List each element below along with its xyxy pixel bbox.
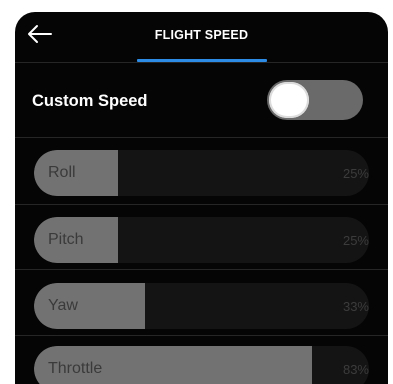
custom-speed-row: Custom Speed [15, 63, 388, 137]
slider-row-yaw: Yaw 33% [15, 271, 388, 337]
roll-label: Roll [48, 164, 76, 181]
divider [15, 269, 388, 270]
toggle-knob [269, 82, 309, 118]
throttle-value: 83% [342, 362, 369, 377]
slider-row-throttle: Throttle 83% [15, 334, 388, 384]
page-title: FLIGHT SPEED [154, 28, 249, 42]
pitch-value: 25% [342, 233, 369, 248]
throttle-slider[interactable]: Throttle 83% [34, 346, 369, 384]
roll-value: 25% [342, 166, 369, 181]
slider-row-roll: Roll 25% [15, 138, 388, 204]
pitch-slider[interactable]: Pitch 25% [34, 217, 369, 263]
pitch-label: Pitch [48, 231, 84, 248]
yaw-slider[interactable]: Yaw 33% [34, 283, 369, 329]
yaw-value: 33% [342, 299, 369, 314]
yaw-label: Yaw [48, 297, 78, 314]
throttle-label: Throttle [48, 360, 103, 377]
custom-speed-label: Custom Speed [32, 92, 148, 110]
slider-row-pitch: Pitch 25% [15, 205, 388, 271]
roll-slider[interactable]: Roll 25% [34, 150, 369, 196]
header: FLIGHT SPEED [15, 12, 388, 62]
flight-speed-panel: FLIGHT SPEED Custom Speed Roll 25% Pitch… [15, 12, 388, 384]
roll-slider-fill [34, 150, 118, 196]
custom-speed-toggle[interactable] [267, 80, 363, 120]
